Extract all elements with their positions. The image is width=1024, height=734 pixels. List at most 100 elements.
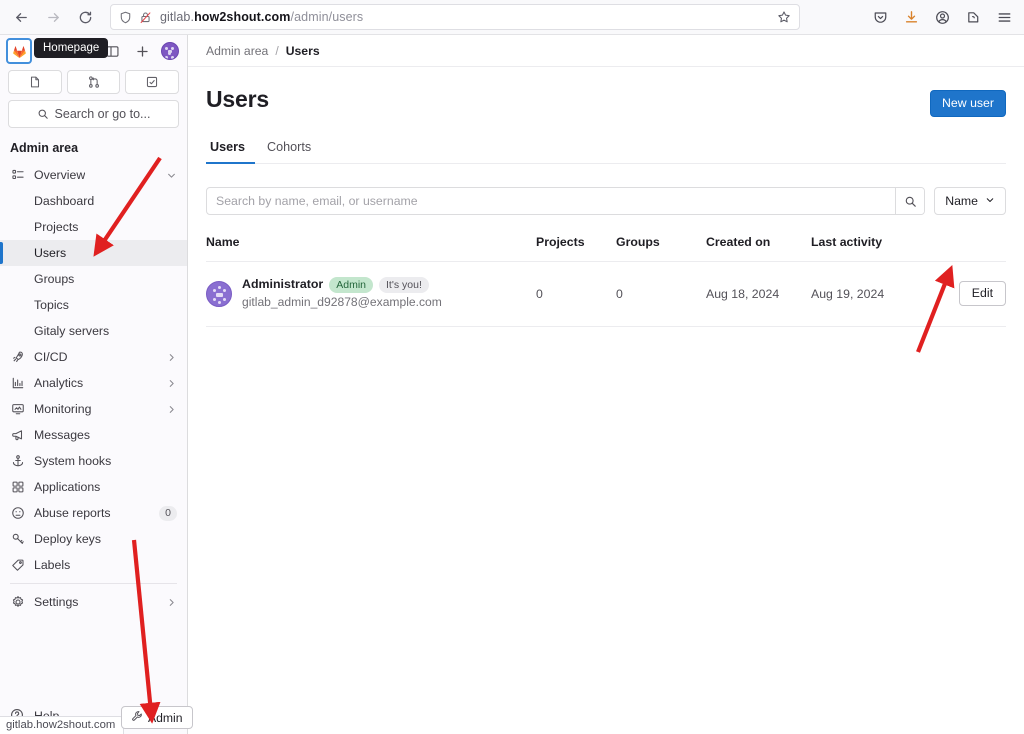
sidebar-section-title: Admin area xyxy=(10,141,79,155)
grid-icon xyxy=(10,479,26,495)
sidebar-item-label: Gitaly servers xyxy=(34,324,110,338)
downloads-icon[interactable] xyxy=(901,7,921,27)
edit-user-button[interactable]: Edit xyxy=(958,281,1006,307)
forward-arrow-icon[interactable] xyxy=(38,3,68,31)
todo-list-icon[interactable] xyxy=(125,70,180,94)
table-row: Administrator Admin It's you! gitlab_admin_… xyxy=(206,261,1006,327)
user-name-cell: Administrator Admin It's you! gitlab_admin_… xyxy=(206,261,536,327)
sidebar-item-topics[interactable]: Topics xyxy=(0,292,187,318)
gitlab-sidebar: Homepage Search or go to... Admin area O… xyxy=(0,35,188,734)
table-column-header: Name xyxy=(206,235,536,262)
sidebar-nav-list: Overview Dashboard Projects Users Groups Topi… xyxy=(0,162,187,704)
sidebar-item-deploy-keys[interactable]: Deploy keys xyxy=(0,526,187,552)
sidebar-item-monitoring[interactable]: Monitoring xyxy=(0,396,187,422)
sidebar-item-label: Projects xyxy=(34,220,79,234)
merge-requests-icon[interactable] xyxy=(66,70,121,94)
sidebar-item-projects[interactable]: Projects xyxy=(0,214,187,240)
sidebar-item-dashboard[interactable]: Dashboard xyxy=(0,188,187,214)
breadcrumb: Admin area / Users xyxy=(188,35,1024,67)
gear-icon xyxy=(10,594,26,610)
megaphone-icon xyxy=(10,427,26,443)
user-created-on: Aug 18, 2024 xyxy=(706,261,811,327)
search-input[interactable] xyxy=(207,188,896,214)
rocket-icon xyxy=(10,349,26,365)
navigation-buttons xyxy=(0,3,100,31)
sidebar-item-users[interactable]: Users xyxy=(0,240,187,266)
sidebar-item-label: Labels xyxy=(34,558,71,572)
pocket-icon[interactable] xyxy=(870,7,890,27)
admin-mode-button[interactable]: Admin xyxy=(121,706,193,729)
breadcrumb-root[interactable]: Admin area xyxy=(206,44,268,58)
admin-mode-label: Admin xyxy=(148,710,183,725)
homepage-tooltip: Homepage xyxy=(34,38,109,58)
chart-icon xyxy=(10,375,26,391)
sort-dropdown-label: Name xyxy=(945,194,978,208)
chevron-right-icon[interactable] xyxy=(166,404,177,415)
new-user-button[interactable]: New user xyxy=(930,90,1006,117)
sidebar-quick-actions xyxy=(0,67,187,100)
filter-row: Name xyxy=(206,187,1006,215)
new-item-plus-icon[interactable] xyxy=(131,40,153,62)
sidebar-item-label: Deploy keys xyxy=(34,532,101,546)
sidebar-item-settings[interactable]: Settings xyxy=(0,589,187,615)
menu-icon[interactable] xyxy=(994,7,1014,27)
url-path: /admin/users xyxy=(290,10,364,24)
sidebar-item-abuse-reports[interactable]: Abuse reports 0 xyxy=(0,500,187,526)
sidebar-item-gitaly-servers[interactable]: Gitaly servers xyxy=(0,318,187,344)
overview-icon xyxy=(10,167,26,183)
back-arrow-icon[interactable] xyxy=(6,3,36,31)
gitlab-logo-icon[interactable] xyxy=(6,38,32,64)
status-badge-its-you: It's you! xyxy=(379,276,429,293)
sidebar-item-overview[interactable]: Overview xyxy=(0,162,187,188)
browser-status-bar: gitlab.how2shout.com xyxy=(0,716,125,734)
face-icon xyxy=(10,505,26,521)
browser-window: gitlab.how2shout.com/admin/users Homepag… xyxy=(0,0,1024,734)
label-icon xyxy=(10,557,26,573)
sidebar-top-bar: Homepage xyxy=(0,35,187,67)
account-icon[interactable] xyxy=(932,7,952,27)
table-header-row: Name Projects Groups Created on Last activit… xyxy=(206,235,1006,262)
sidebar-item-label: Abuse reports xyxy=(34,506,111,520)
reload-icon[interactable] xyxy=(70,3,100,31)
sidebar-divider xyxy=(10,583,177,584)
sidebar-item-messages[interactable]: Messages xyxy=(0,422,187,448)
chevron-right-icon[interactable] xyxy=(166,352,177,363)
sidebar-top-icons xyxy=(101,40,181,62)
table-column-header: Last activity xyxy=(811,235,931,262)
sidebar-item-label: Analytics xyxy=(34,376,84,390)
sidebar-item-analytics[interactable]: Analytics xyxy=(0,370,187,396)
sidebar-item-applications[interactable]: Applications xyxy=(0,474,187,500)
key-icon xyxy=(10,531,26,547)
extensions-icon[interactable] xyxy=(963,7,983,27)
sidebar-item-label: Overview xyxy=(34,168,86,182)
user-avatar[interactable] xyxy=(161,42,179,60)
sidebar-item-label: Settings xyxy=(34,595,79,609)
sidebar-item-label: System hooks xyxy=(34,454,112,468)
issues-icon[interactable] xyxy=(8,70,62,94)
sidebar-item-labels[interactable]: Labels xyxy=(0,552,187,578)
sidebar-search-input[interactable]: Search or go to... xyxy=(8,100,179,128)
sidebar-item-label: Users xyxy=(34,246,67,260)
sidebar-item-label: Dashboard xyxy=(34,194,95,208)
sidebar-item-label: Messages xyxy=(34,428,91,442)
sidebar-item-ci-cd[interactable]: CI/CD xyxy=(0,344,187,370)
user-name[interactable]: Administrator xyxy=(242,276,323,294)
chevron-down-icon[interactable] xyxy=(166,170,177,181)
user-projects-count: 0 xyxy=(536,261,616,327)
anchor-icon xyxy=(10,453,26,469)
sort-dropdown[interactable]: Name xyxy=(934,187,1006,215)
search-icon[interactable] xyxy=(895,188,925,214)
url-bar[interactable]: gitlab.how2shout.com/admin/users xyxy=(110,4,800,30)
tab-users[interactable]: Users xyxy=(206,136,256,164)
star-icon[interactable] xyxy=(777,10,791,24)
sidebar-item-groups[interactable]: Groups xyxy=(0,266,187,292)
page-tabs: Users Cohorts xyxy=(206,136,1006,164)
sidebar-search-placeholder: Search or go to... xyxy=(54,107,151,121)
tab-cohorts[interactable]: Cohorts xyxy=(255,136,323,163)
user-search-wrapper xyxy=(206,187,926,215)
chevron-right-icon[interactable] xyxy=(166,378,177,389)
sidebar-item-label: Monitoring xyxy=(34,402,92,416)
chevron-right-icon[interactable] xyxy=(166,597,177,608)
users-table-body: Administrator Admin It's you! gitlab_admin_… xyxy=(206,261,1006,327)
sidebar-item-system-hooks[interactable]: System hooks xyxy=(0,448,187,474)
